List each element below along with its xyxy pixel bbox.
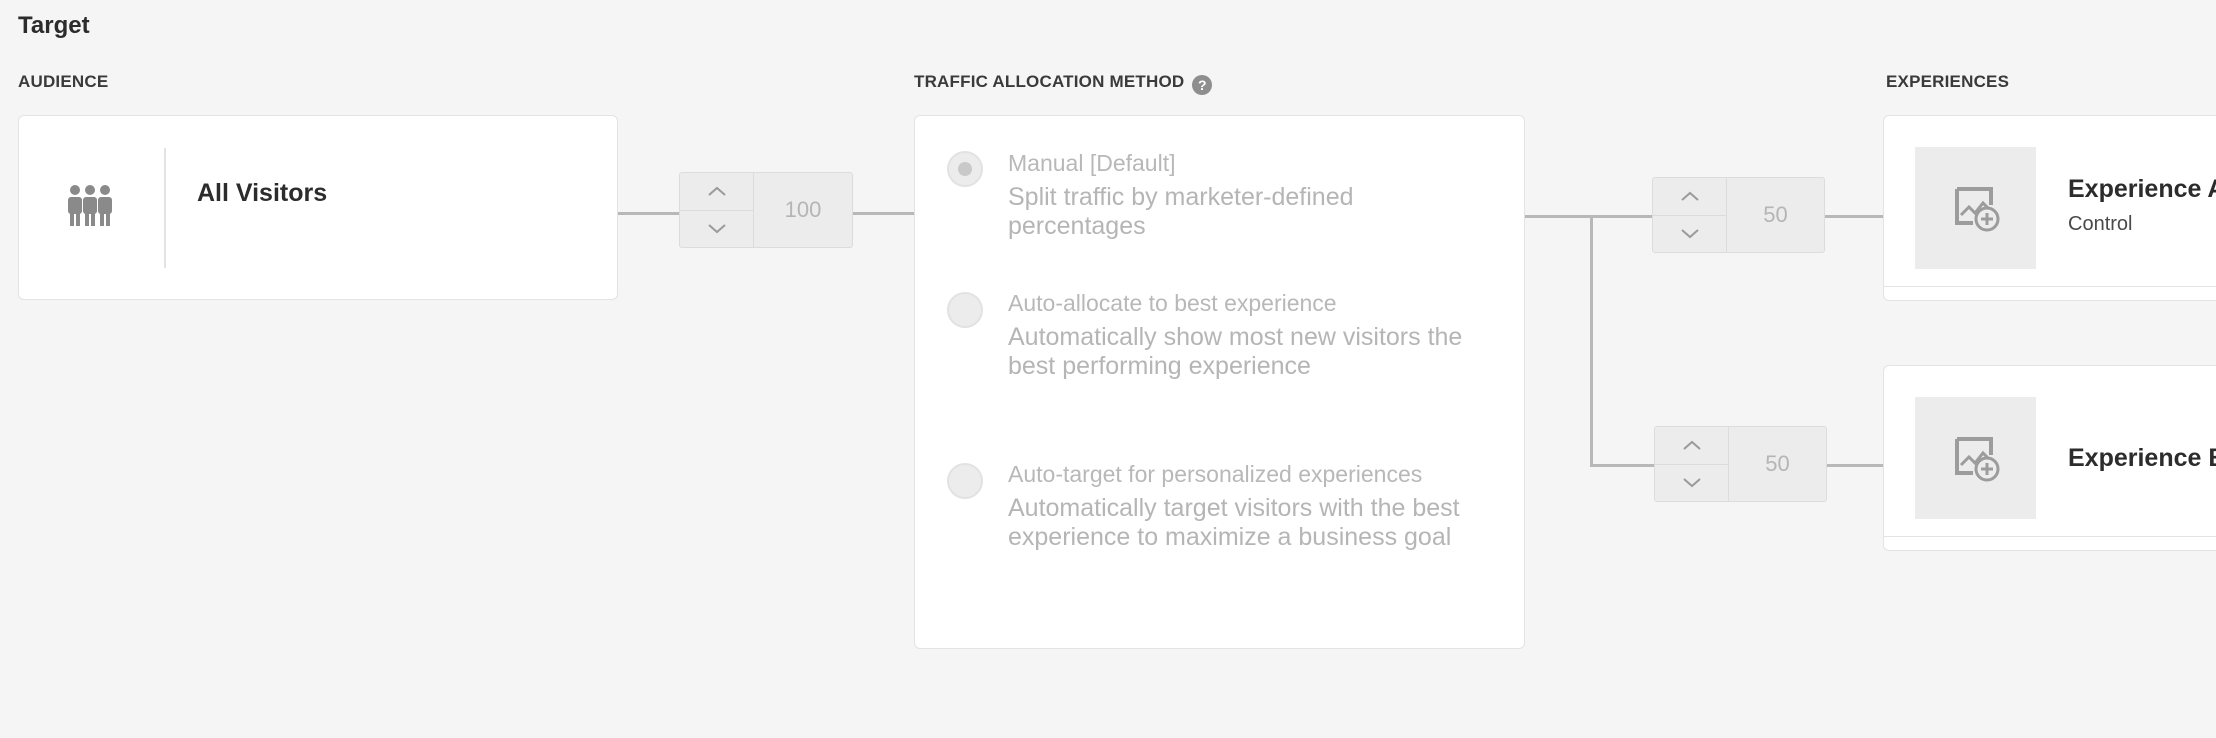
chevron-up-icon [1682, 440, 1701, 451]
experience-b-allocation-stepper[interactable]: 50 [1654, 426, 1827, 502]
traffic-section-heading: TRAFFIC ALLOCATION METHOD? [914, 72, 1213, 95]
option-description: Automatically target visitors with the b… [1008, 494, 1460, 551]
divider [1884, 286, 2216, 287]
experience-subtitle: Control [2068, 213, 2133, 235]
audience-allocation-stepper[interactable]: 100 [679, 172, 853, 248]
experience-thumbnail[interactable] [1915, 147, 2036, 269]
connector-line [1590, 215, 1593, 467]
experience-name: Experience B [2068, 444, 2216, 472]
add-image-icon [1954, 437, 1999, 482]
chevron-up-icon [707, 186, 726, 197]
divider [1884, 536, 2216, 537]
decrement-button[interactable] [1655, 463, 1728, 502]
radio-auto-target[interactable] [947, 463, 983, 499]
connector-line [1827, 464, 1883, 467]
experience-name: Experience A [2068, 175, 2216, 203]
chevron-down-icon [707, 223, 726, 234]
decrement-button[interactable] [680, 209, 753, 248]
connector-line [618, 212, 680, 215]
chevron-down-icon [1680, 228, 1699, 239]
traffic-allocation-card: Manual [Default] Split traffic by market… [914, 115, 1525, 649]
chevron-down-icon [1682, 477, 1701, 488]
question-icon[interactable]: ? [1192, 75, 1213, 95]
people-group-icon [67, 184, 113, 233]
divider [164, 148, 166, 268]
add-image-icon [1954, 187, 1999, 232]
experience-a-allocation-stepper[interactable]: 50 [1652, 177, 1825, 253]
connector-line [1825, 215, 1883, 218]
allocation-value[interactable]: 50 [1729, 427, 1826, 501]
page-title: Target [18, 12, 90, 39]
option-title: Manual [Default] [1008, 150, 1176, 176]
audience-card[interactable]: All Visitors [18, 115, 618, 300]
experience-thumbnail[interactable] [1915, 397, 2036, 519]
traffic-section-label: TRAFFIC ALLOCATION METHOD [914, 72, 1185, 91]
allocation-value[interactable]: 100 [754, 173, 852, 247]
radio-selected-dot [958, 162, 972, 176]
connector-line [853, 212, 914, 215]
increment-button[interactable] [1655, 427, 1728, 464]
option-manual[interactable]: Manual [Default] Split traffic by market… [1008, 150, 1478, 241]
increment-button[interactable] [680, 173, 753, 210]
increment-button[interactable] [1653, 178, 1726, 215]
option-auto-allocate[interactable]: Auto-allocate to best experience Automat… [1008, 290, 1478, 381]
option-title: Auto-target for personalized experiences [1008, 461, 1423, 487]
option-description: Automatically show most new visitors the… [1008, 323, 1463, 380]
connector-line [1590, 464, 1655, 467]
radio-manual[interactable] [947, 151, 983, 187]
radio-auto-allocate[interactable] [947, 292, 983, 328]
experience-a-card[interactable]: Experience A Control [1883, 115, 2216, 301]
connector-line [1525, 215, 1653, 218]
option-auto-target[interactable]: Auto-target for personalized experiences… [1008, 461, 1478, 552]
option-title: Auto-allocate to best experience [1008, 290, 1337, 316]
audience-section-label: AUDIENCE [18, 72, 109, 91]
decrement-button[interactable] [1653, 214, 1726, 253]
option-description: Split traffic by marketer-defined percen… [1008, 183, 1354, 240]
audience-name: All Visitors [197, 179, 328, 207]
experience-b-card[interactable]: Experience B [1883, 365, 2216, 551]
chevron-up-icon [1680, 191, 1699, 202]
experiences-section-label: EXPERIENCES [1886, 72, 2010, 91]
allocation-value[interactable]: 50 [1727, 178, 1824, 252]
